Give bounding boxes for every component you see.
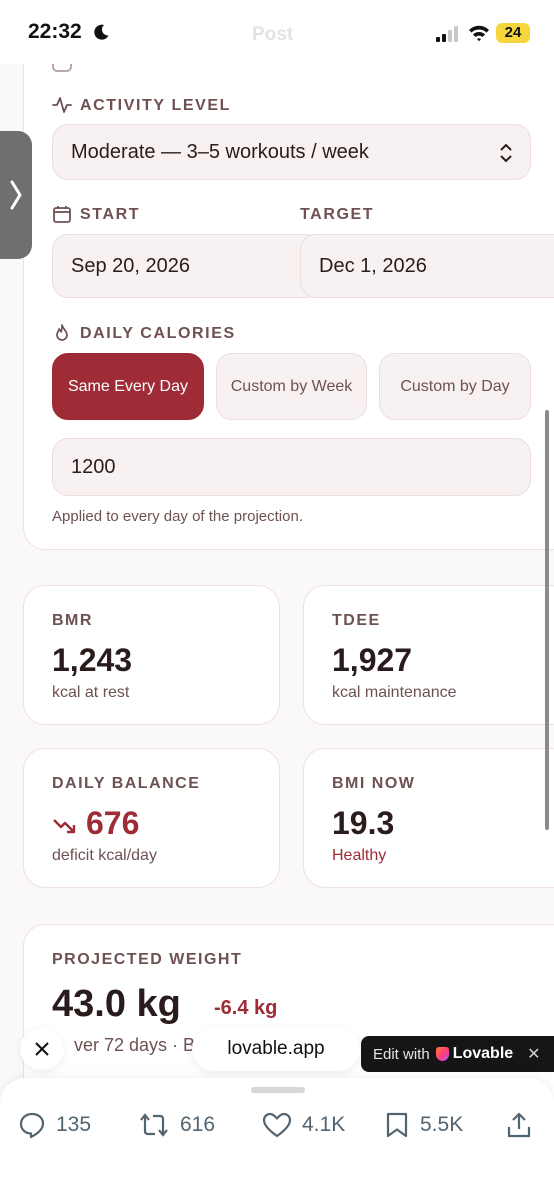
calories-help-text: Applied to every day of the projection. xyxy=(52,508,303,525)
bmi-card: BMI NOW 19.3 Healthy xyxy=(303,748,554,888)
start-date-value: Sep 20, 2026 xyxy=(71,254,190,277)
daily-calories-input[interactable]: 1200 xyxy=(52,438,531,496)
bmi-label: BMI NOW xyxy=(332,775,416,792)
post-action-bar: 135 616 4.1K 5.5K xyxy=(0,1078,554,1199)
calendar-icon xyxy=(53,206,71,223)
url-bar[interactable]: lovable.app xyxy=(192,1027,360,1071)
mode-same-every-day-button[interactable]: Same Every Day xyxy=(52,353,204,420)
app-page: ACTIVITY LEVEL Moderate — 3–5 workouts /… xyxy=(0,0,554,1199)
bookmark-button[interactable]: 5.5K xyxy=(384,1110,463,1140)
tdee-card: TDEE 1,927 kcal maintenance xyxy=(303,585,554,725)
activity-level-value: Moderate — 3–5 workouts / week xyxy=(71,140,369,163)
daily-balance-card: DAILY BALANCE 676 deficit kcal/day xyxy=(23,748,280,888)
tdee-value: 1,927 xyxy=(332,642,413,678)
reply-count: 135 xyxy=(56,1113,92,1136)
mode-custom-by-day-button[interactable]: Custom by Day xyxy=(379,353,531,420)
tdee-label: TDEE xyxy=(332,612,381,629)
bmr-value: 1,243 xyxy=(52,642,133,678)
reply-button[interactable]: 135 xyxy=(18,1110,91,1140)
activity-level-select[interactable]: Moderate — 3–5 workouts / week xyxy=(52,124,531,180)
like-count: 4.1K xyxy=(302,1113,346,1136)
repost-icon xyxy=(140,1113,168,1137)
moon-icon xyxy=(94,24,109,40)
wifi-icon xyxy=(469,25,489,42)
status-time: 22:32 xyxy=(28,20,82,43)
bookmark-count: 5.5K xyxy=(420,1113,464,1136)
flame-icon xyxy=(56,324,68,341)
bmr-label: BMR xyxy=(52,612,93,629)
daily-calories-value: 1200 xyxy=(71,455,116,478)
target-date-value: Dec 1, 2026 xyxy=(319,254,427,277)
bmr-sub: kcal at rest xyxy=(52,684,130,701)
projected-weight-delta: -6.4 kg xyxy=(214,997,278,1019)
mode-custom-by-week-button[interactable]: Custom by Week xyxy=(216,353,367,420)
share-button[interactable] xyxy=(506,1110,542,1140)
side-drawer-tab[interactable] xyxy=(0,131,32,259)
trending-down-icon xyxy=(53,819,76,834)
heart-icon xyxy=(262,1112,292,1138)
daily-balance-label: DAILY BALANCE xyxy=(52,775,201,792)
scrollbar[interactable] xyxy=(545,410,549,830)
badge-brand: Lovable xyxy=(452,1045,514,1062)
close-webview-button[interactable] xyxy=(20,1028,64,1070)
repost-count: 616 xyxy=(180,1113,216,1136)
share-icon xyxy=(507,1112,531,1138)
projected-weight-value: 43.0 kg xyxy=(52,983,181,1025)
close-icon xyxy=(35,1042,49,1056)
edit-with-lovable-badge[interactable]: Edit with Lovable ✕ xyxy=(361,1036,554,1072)
activity-icon xyxy=(52,97,72,113)
badge-prefix: Edit with xyxy=(373,1045,430,1063)
like-button[interactable]: 4.1K xyxy=(262,1110,345,1140)
start-date-input[interactable]: Sep 20, 2026 xyxy=(52,234,322,298)
sheet-grabber[interactable] xyxy=(251,1087,305,1093)
target-date-label: TARGET xyxy=(300,206,375,223)
ghost-header-title: Post xyxy=(252,24,294,45)
badge-close-icon[interactable]: ✕ xyxy=(527,1044,540,1064)
daily-balance-value: 676 xyxy=(86,805,140,841)
bmi-category: Healthy xyxy=(332,847,387,864)
target-date-input[interactable]: Dec 1, 2026 xyxy=(300,234,554,298)
reply-icon xyxy=(19,1112,45,1139)
chevron-right-icon xyxy=(10,180,22,210)
daily-calories-label: DAILY CALORIES xyxy=(80,325,236,342)
projected-weight-label: PROJECTED WEIGHT xyxy=(52,951,243,968)
cellular-signal-icon xyxy=(436,26,458,42)
projected-weight-sub: ver 72 days · B xyxy=(74,1035,196,1055)
bmr-card: BMR 1,243 kcal at rest xyxy=(23,585,280,725)
bmi-value: 19.3 xyxy=(332,805,395,841)
daily-balance-sub: deficit kcal/day xyxy=(52,847,157,864)
activity-level-label: ACTIVITY LEVEL xyxy=(80,97,232,114)
bookmark-icon xyxy=(386,1112,408,1138)
select-chevron-icon xyxy=(500,143,512,163)
status-bar: Post 22:32 24 xyxy=(0,0,554,64)
lovable-logo-icon xyxy=(435,1047,449,1061)
battery-indicator: 24 xyxy=(496,23,530,43)
start-date-label: START xyxy=(80,206,141,223)
tdee-sub: kcal maintenance xyxy=(332,684,457,701)
repost-button[interactable]: 616 xyxy=(138,1110,215,1140)
